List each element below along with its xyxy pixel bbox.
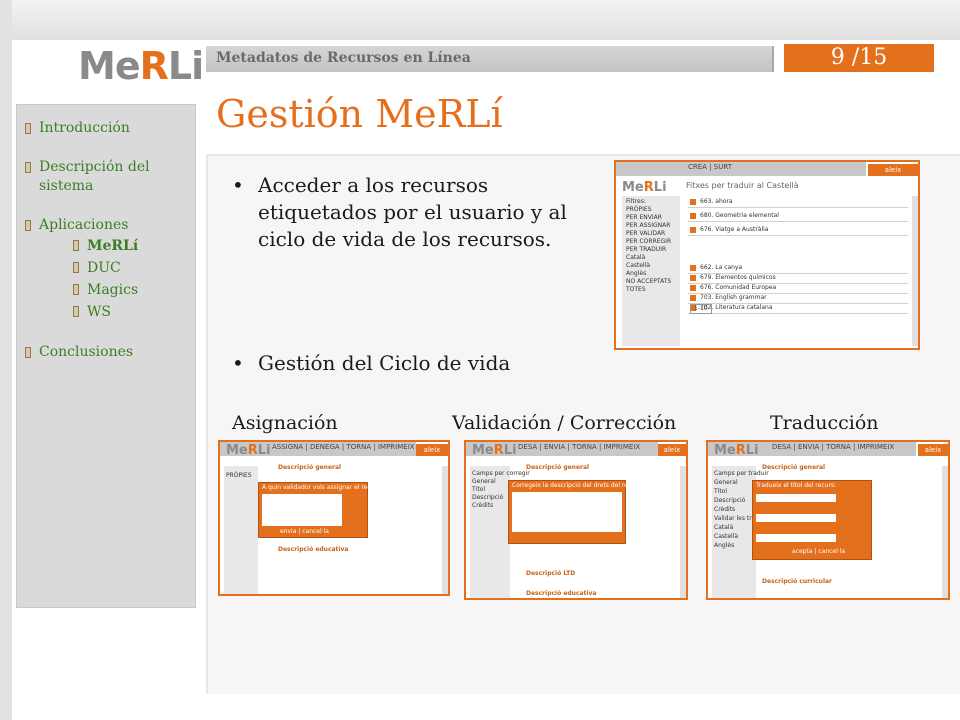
filter-item[interactable]: PER TRADUIR	[626, 246, 666, 254]
label-asignacion: Asignación	[232, 412, 338, 434]
list-item[interactable]: 676. Viatge a Austràlia	[700, 226, 768, 234]
filter-item[interactable]: Anglès	[626, 270, 646, 278]
list-item[interactable]: 676. Comunidad Europea	[700, 284, 776, 292]
filter-item[interactable]: TOTES	[626, 286, 646, 294]
bullet-icon	[25, 162, 31, 173]
list-item[interactable]: 679. Elementos químicos	[700, 274, 776, 282]
field-item[interactable]: Títol	[714, 488, 727, 496]
bullet-icon	[73, 284, 79, 295]
label-validacion: Validación / Corrección	[452, 412, 677, 434]
sidebar-subitem-magics[interactable]: Magics	[73, 279, 195, 301]
filter-item[interactable]: PER ASSIGNAR	[626, 222, 670, 230]
bullet-icon	[25, 123, 31, 134]
sidebar-subitem-duc[interactable]: DUC	[73, 257, 195, 279]
field-item[interactable]: Descripció	[472, 494, 503, 502]
list-item[interactable]: 680. Geometria elemental	[700, 212, 779, 220]
page-title: Gestión MeRLí	[216, 92, 503, 136]
row-divider	[688, 221, 908, 222]
screenshot-translate: DESA | ENVIA | TORNA | IMPRIMEIX aleix M…	[706, 440, 950, 600]
field-item[interactable]: Anglès	[714, 542, 734, 550]
row-toggle-icon[interactable]	[690, 295, 696, 301]
filter-item[interactable]: PRÒPIES	[626, 206, 652, 214]
left-rail	[0, 0, 12, 720]
row-toggle-icon[interactable]	[690, 199, 696, 205]
row-toggle-icon[interactable]	[690, 227, 696, 233]
list-item[interactable]: 703. English grammar	[700, 294, 767, 302]
field-item[interactable]: Descripció	[714, 497, 745, 505]
field-item[interactable]: Títol	[472, 486, 485, 494]
filter-item[interactable]: Filtres:	[626, 198, 646, 206]
field-item[interactable]: Català	[714, 524, 733, 532]
bullet-text-2: • Gestión del Ciclo de vida	[232, 351, 511, 375]
bullet-icon	[73, 240, 79, 251]
field-item[interactable]: General	[472, 478, 496, 486]
field-item[interactable]: Camps per corregir	[472, 470, 530, 478]
bullet-icon	[25, 347, 31, 358]
label-traduccion: Traducción	[770, 412, 879, 434]
title-bar: Metadatos de Recursos en Línea	[206, 46, 774, 72]
sidebar-item-introduccion[interactable]: Introducción	[25, 119, 195, 138]
filter-item[interactable]: NO ACCEPTATS	[626, 278, 671, 286]
screenshot-assign: ASSIGNA | DENEGA | TORNA | IMPRIMEIX ale…	[218, 440, 450, 596]
field-item[interactable]: Crèdits	[714, 506, 735, 514]
field-item[interactable]: Castellà	[714, 533, 738, 541]
bullet-icon	[73, 262, 79, 273]
sidebar-item-descripcion[interactable]: Descripción del sistema	[25, 158, 189, 196]
page-number: 9 /15	[784, 44, 934, 72]
row-toggle-icon[interactable]	[690, 265, 696, 271]
screenshot-validate: DESA | ENVIA | TORNA | IMPRIMEIX aleix M…	[464, 440, 688, 600]
filter-item[interactable]: Castellà	[626, 262, 650, 270]
row-divider	[688, 313, 908, 314]
row-divider	[688, 235, 908, 236]
filter-item[interactable]: PER CORREGIR	[626, 238, 671, 246]
sidebar-subitem-ws[interactable]: WS	[73, 301, 195, 323]
sidebar-item-conclusiones[interactable]: Conclusiones	[25, 343, 195, 362]
filter-item[interactable]: PER VALIDAR	[626, 230, 665, 238]
screenshot-main: CREA | SURT aleix MeRLi Fitxes per tradu…	[614, 160, 920, 350]
top-band	[0, 0, 960, 40]
row-divider	[688, 207, 908, 208]
row-toggle-icon[interactable]	[690, 285, 696, 291]
list-item[interactable]: 662. La canya	[700, 264, 742, 272]
merli-logo: MeRLi	[78, 44, 204, 88]
sidebar-subitem-merli[interactable]: MeRLí	[73, 235, 195, 257]
row-toggle-icon[interactable]	[690, 213, 696, 219]
sidebar-nav: Introducción Descripción del sistema Apl…	[16, 104, 196, 608]
bullet-icon	[73, 306, 79, 317]
filter-item[interactable]: PER ENVIAR	[626, 214, 662, 222]
row-toggle-icon[interactable]	[690, 275, 696, 281]
sidebar-item-aplicaciones[interactable]: Aplicaciones	[25, 216, 195, 235]
field-item[interactable]: Camps per traduir	[714, 470, 769, 478]
filter-item[interactable]: Català	[626, 254, 645, 262]
field-item[interactable]: General	[714, 479, 738, 487]
list-item[interactable]: 663. ahora	[700, 198, 733, 206]
bullet-icon	[25, 220, 31, 231]
bullet-text-1: • Acceder a los recursos etiquetados por…	[232, 173, 567, 251]
field-item[interactable]: Crèdits	[472, 502, 493, 510]
header-title: Metadatos de Recursos en Línea	[216, 50, 471, 66]
